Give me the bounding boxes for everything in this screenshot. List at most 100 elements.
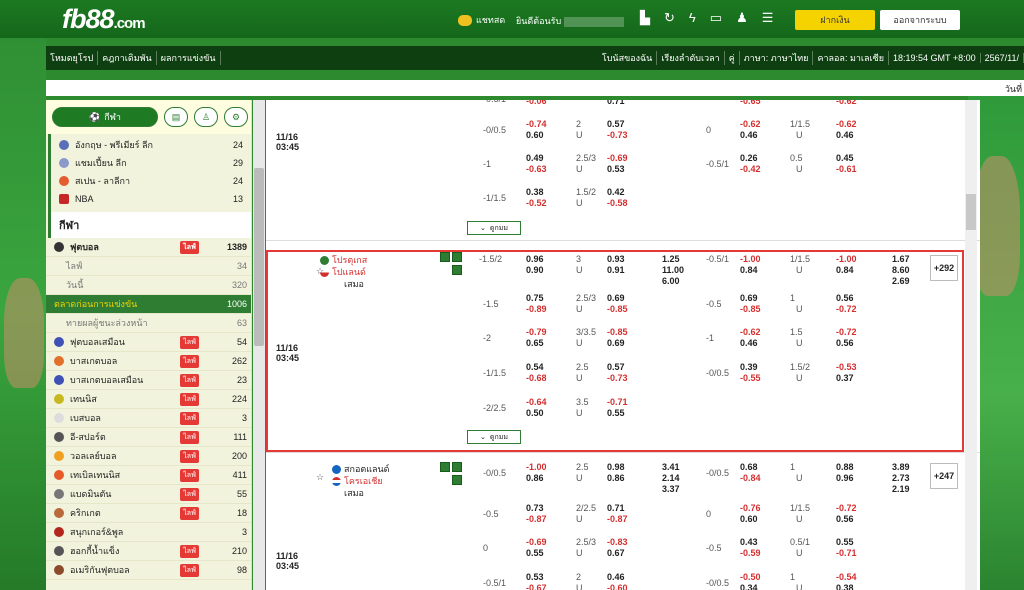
odds-1x2-1h[interactable]: 8.60 xyxy=(892,265,910,275)
odds-over-1h[interactable]: -0.72 xyxy=(836,503,857,513)
odds-over[interactable]: 0.57 xyxy=(607,119,625,129)
sport-item[interactable]: ฟุตบอล ไลฟ์ 1389 xyxy=(46,238,251,257)
odds-over-1h[interactable]: -0.53 xyxy=(836,362,857,372)
odds-under[interactable]: -0.87 xyxy=(607,514,628,524)
list-icon[interactable]: ☰ xyxy=(762,10,774,26)
sport-item[interactable]: เบสบอล ไลฟ์ 3 xyxy=(46,409,251,428)
odds-1x2[interactable]: 11.00 xyxy=(662,265,684,275)
sport-item[interactable]: สนุกเกอร์&พูล 3 xyxy=(46,523,251,542)
deposit-button[interactable]: ฝากเงิน xyxy=(795,10,875,30)
odds-home-1h[interactable]: 0.43 xyxy=(740,537,758,547)
sport-item[interactable]: ไลฟ์ 34 xyxy=(46,257,251,276)
odds-away[interactable]: 0.50 xyxy=(526,408,544,418)
favorite-item[interactable]: อังกฤษ - พรีเมียร์ ลีก 24 xyxy=(59,136,243,154)
odds-away-1h[interactable]: 0.60 xyxy=(740,514,758,524)
pitch-icon[interactable] xyxy=(452,265,462,275)
odds-home[interactable]: 0.49 xyxy=(526,153,544,163)
scroll-thumb[interactable] xyxy=(254,168,264,346)
odds-under[interactable]: 0.69 xyxy=(607,338,625,348)
odds-away[interactable]: 0.55 xyxy=(526,548,544,558)
odds-over-1h[interactable]: 0.88 xyxy=(836,462,854,472)
odds-1x2[interactable]: 3.37 xyxy=(662,484,680,494)
odds-over[interactable]: 0.71 xyxy=(607,503,625,513)
main-scrollbar[interactable] xyxy=(965,100,977,590)
odds-away-1h[interactable]: 0.84 xyxy=(740,265,758,275)
odds-home[interactable]: 0.96 xyxy=(526,254,544,264)
odds-away[interactable]: -0.87 xyxy=(526,514,547,524)
favorite-item[interactable]: สเปน - ลาลีกา 24 xyxy=(59,172,243,190)
odds-1x2-1h[interactable]: 2.19 xyxy=(892,484,910,494)
odds-under-1h[interactable]: 0.56 xyxy=(836,338,854,348)
odds-1x2-1h[interactable]: 3.89 xyxy=(892,462,910,472)
odds-under[interactable]: 0.91 xyxy=(607,265,625,275)
more-odds-count[interactable]: +247 xyxy=(930,463,958,489)
odds-over-1h[interactable]: -0.62 xyxy=(836,100,857,106)
odds-home-1h[interactable]: -0.62 xyxy=(740,119,761,129)
odds-home-1h[interactable]: 0.26 xyxy=(740,153,758,163)
refresh-icon[interactable]: ↻ xyxy=(664,10,675,26)
odds-over-1h[interactable]: 0.55 xyxy=(836,537,854,547)
odds-home[interactable]: -0.64 xyxy=(526,397,547,407)
odds-away[interactable]: -0.89 xyxy=(526,304,547,314)
odds-over[interactable]: 0.42 xyxy=(607,187,625,197)
favorite-star-icon[interactable]: ☆ xyxy=(316,266,324,277)
odds-over-1h[interactable]: 0.45 xyxy=(836,153,854,163)
odds-home[interactable]: -0.74 xyxy=(526,119,547,129)
odds-away-1h[interactable]: 0.46 xyxy=(740,130,758,140)
odds-home[interactable]: -0.79 xyxy=(526,327,547,337)
odds-1x2[interactable]: 1.25 xyxy=(662,254,680,264)
odds-over[interactable]: 0.98 xyxy=(607,462,625,472)
sport-item[interactable]: อเมริกันฟุตบอล ไลฟ์ 98 xyxy=(46,561,251,580)
odds-over[interactable]: -0.69 xyxy=(607,153,628,163)
odds-away-1h[interactable]: -0.59 xyxy=(740,548,761,558)
sidebar-scrollbar[interactable] xyxy=(253,100,265,590)
odds-1x2-1h[interactable]: 2.73 xyxy=(892,473,910,483)
odds-over[interactable]: 0.46 xyxy=(607,572,625,582)
stats-icon[interactable] xyxy=(440,462,450,472)
odds-home[interactable]: 0.54 xyxy=(526,362,544,372)
odds-home[interactable]: 0.53 xyxy=(526,572,544,582)
sport-item[interactable]: คริกเกต ไลฟ์ 18 xyxy=(46,504,251,523)
odds-away[interactable]: 0.65 xyxy=(526,338,544,348)
odds-home-1h[interactable]: -0.76 xyxy=(740,503,761,513)
sport-item[interactable]: บาสเกตบอลเสมือน ไลฟ์ 23 xyxy=(46,371,251,390)
odds-under[interactable]: -0.58 xyxy=(607,198,628,208)
odds-1x2[interactable]: 2.14 xyxy=(662,473,680,483)
live-chat-link[interactable]: แชทสด xyxy=(458,13,505,27)
odds-under[interactable]: 0.86 xyxy=(607,473,625,483)
odds-home-1h[interactable]: -0.62 xyxy=(740,327,761,337)
sport-item[interactable]: ตลาดก่อนการแข่งขัน 1006 xyxy=(46,295,251,314)
odds-over-1h[interactable]: -0.62 xyxy=(836,119,857,129)
odds-under-1h[interactable]: -0.71 xyxy=(836,548,857,558)
odds-away[interactable]: 0.90 xyxy=(526,265,544,275)
odds-away[interactable]: -0.63 xyxy=(526,164,547,174)
odds-away[interactable]: 0.86 xyxy=(526,473,544,483)
person-button[interactable]: ♙ xyxy=(194,107,218,127)
flash-icon[interactable]: ϟ xyxy=(689,10,696,26)
sport-item[interactable]: วอลเลย์บอล ไลฟ์ 200 xyxy=(46,447,251,466)
odds-under-1h[interactable]: 0.56 xyxy=(836,514,854,524)
odds-home[interactable]: -0.69 xyxy=(526,537,547,547)
sport-item[interactable]: บาสเกตบอล ไลฟ์ 262 xyxy=(46,352,251,371)
odds-away-1h[interactable]: -0.84 xyxy=(740,473,761,483)
odds-1x2[interactable]: 3.41 xyxy=(662,462,680,472)
odds-under-1h[interactable]: 0.37 xyxy=(836,373,854,383)
odds-1x2[interactable]: 6.00 xyxy=(662,276,680,286)
sport-item[interactable]: ฮอกกี้น้ำแข็ง ไลฟ์ 210 xyxy=(46,542,251,561)
sport-item[interactable]: ทายผลผู้ชนะล่วงหน้า 63 xyxy=(46,314,251,333)
odds-under[interactable]: -0.73 xyxy=(607,130,628,140)
odds-home[interactable]: 0.75 xyxy=(526,293,544,303)
odds-away-1h[interactable]: 0.46 xyxy=(740,338,758,348)
nav-item-my-bonus[interactable]: โบนัสของฉัน xyxy=(598,51,658,65)
pitch-icon[interactable] xyxy=(452,475,462,485)
odds-home[interactable]: 0.73 xyxy=(526,503,544,513)
more-markets-button[interactable]: ⌄ ดูกมม xyxy=(467,221,521,235)
calendar-button[interactable]: ▤ xyxy=(164,107,188,127)
odds-away-1h[interactable]: -0.85 xyxy=(740,304,761,314)
odds-over[interactable]: 0.69 xyxy=(607,293,625,303)
sports-button[interactable]: ⚽ กีฬา xyxy=(52,107,158,127)
odds-home-1h[interactable]: -1.00 xyxy=(740,254,761,264)
odds-over-1h[interactable]: -0.72 xyxy=(836,327,857,337)
odds-under[interactable]: 0.67 xyxy=(607,548,625,558)
favorite-item[interactable]: NBA 13 xyxy=(59,190,243,208)
